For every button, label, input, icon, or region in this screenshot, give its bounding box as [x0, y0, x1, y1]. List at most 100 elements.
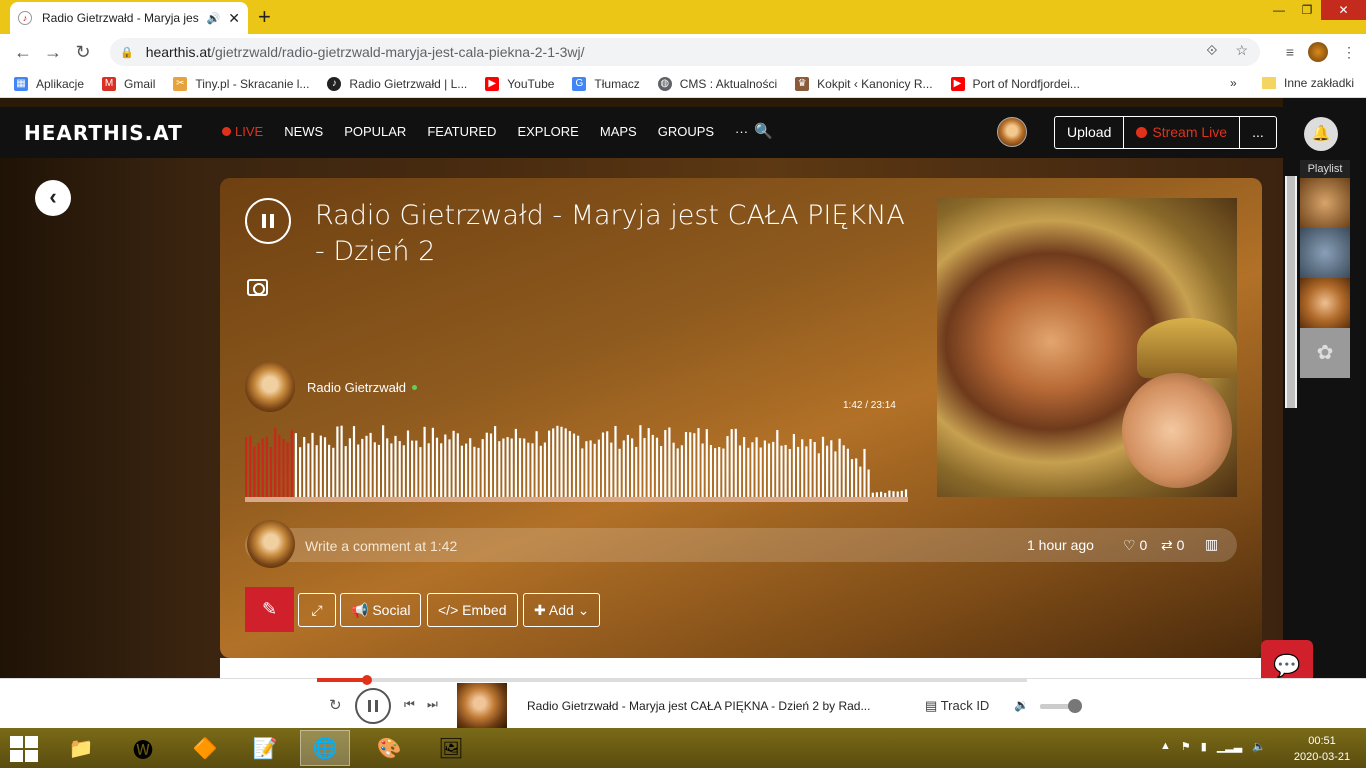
waveform-bar	[344, 446, 347, 497]
chrome-icon[interactable]: 🌐	[300, 730, 350, 766]
playlist-thumb[interactable]	[1300, 178, 1350, 228]
bookmark-item[interactable]: ▦ Aplikacje	[14, 76, 84, 91]
speaker-icon[interactable]: 🔊	[207, 12, 221, 25]
previous-track-icon[interactable]: ⏮	[404, 697, 415, 712]
waveform-bar	[655, 437, 659, 497]
nav-featured[interactable]: FEATURED	[427, 124, 496, 139]
player-pause-button[interactable]	[355, 688, 391, 724]
upload-button[interactable]: Upload	[1055, 117, 1125, 148]
url-host: hearthis.at	[145, 44, 212, 60]
browser-tab[interactable]: ♪ Radio Gietrzwałd - Maryja jes 🔊 ✕	[10, 2, 248, 34]
nav-groups[interactable]: GROUPS	[658, 124, 714, 139]
search-icon[interactable]: 🔍	[754, 122, 773, 140]
like-button[interactable]: ♡ 0	[1123, 537, 1147, 554]
profile-avatar[interactable]	[1308, 42, 1328, 62]
track-id-button[interactable]: ▤ Track ID	[925, 698, 989, 714]
restore-icon[interactable]: ❐	[1293, 0, 1321, 20]
close-tab-icon[interactable]: ✕	[228, 10, 240, 27]
embed-button[interactable]: </> Embed	[427, 593, 518, 627]
playlist-thumb[interactable]	[1300, 228, 1350, 278]
waveform-bar	[444, 434, 447, 497]
comment-avatar	[247, 520, 295, 568]
player-thumbnail[interactable]	[457, 683, 507, 728]
bookmark-item[interactable]: ♪ Radio Gietrzwałd | L...	[327, 76, 467, 91]
stats-icon[interactable]: ▥	[1205, 536, 1218, 553]
volume-icon[interactable]: 🔉	[1014, 698, 1029, 712]
notepad-icon[interactable]: 📝	[240, 730, 290, 766]
bookmark-item[interactable]: M Gmail	[102, 76, 155, 91]
site-logo[interactable]: HEARTHIS.AT	[24, 121, 183, 145]
back-chevron-icon[interactable]: ‹	[35, 180, 71, 216]
nav-explore[interactable]: EXPLORE	[517, 124, 578, 139]
bookmark-item[interactable]: ✂ Tiny.pl - Skracanie l...	[173, 76, 309, 91]
bookmark-star-icon[interactable]: ☆	[1235, 42, 1248, 59]
flag-icon[interactable]: ⚑	[1181, 740, 1191, 753]
waveform-bar	[390, 443, 393, 497]
nav-news[interactable]: NEWS	[284, 124, 323, 139]
bookmark-item[interactable]: ▶ YouTube	[485, 76, 554, 91]
player-progress-handle[interactable]	[362, 675, 372, 685]
add-button[interactable]: ✚ Add ⌄	[523, 593, 601, 627]
nav-live[interactable]: LIVE	[222, 124, 263, 139]
taskbar-clock[interactable]: 00:51 2020-03-21	[1290, 733, 1354, 765]
waveform-bar	[751, 442, 754, 497]
new-tab-icon[interactable]: +	[258, 4, 271, 30]
expand-button[interactable]: ⤢	[298, 593, 336, 627]
windows-start-icon[interactable]	[10, 736, 38, 762]
bell-icon[interactable]: 🔔	[1304, 117, 1338, 151]
camera-icon[interactable]	[247, 279, 268, 296]
minimize-icon[interactable]: —	[1265, 0, 1293, 20]
other-bookmarks[interactable]: Inne zakładki	[1262, 76, 1354, 90]
battery-icon[interactable]: ▮	[1201, 740, 1207, 753]
bookmark-item[interactable]: ◍ CMS : Aktualności	[657, 76, 777, 91]
address-bar[interactable]: 🔒 hearthis.at/gietrzwald/radio-gietrzwal…	[110, 38, 1260, 66]
nav-popular[interactable]: POPULAR	[344, 124, 406, 139]
reading-list-icon[interactable]: ≡	[1286, 44, 1294, 60]
more-button[interactable]: ...	[1240, 117, 1276, 148]
speaker-icon[interactable]: 🔈	[1252, 740, 1266, 753]
reload-icon[interactable]: ↻	[68, 42, 98, 63]
volume-handle[interactable]	[1068, 699, 1082, 713]
waveform-bar	[274, 427, 277, 497]
stream-live-button[interactable]: Stream Live	[1124, 117, 1241, 148]
repeat-icon[interactable]: ↻	[329, 696, 342, 714]
bookmarks-overflow-button[interactable]: »	[1230, 76, 1237, 90]
tray-arrow-icon[interactable]: ▲	[1160, 740, 1171, 753]
bookmark-item[interactable]: ♛ Kokpit ‹ Kanonicy R...	[795, 76, 933, 91]
pause-button[interactable]	[245, 198, 291, 244]
signal-icon[interactable]: ▁▂▃	[1217, 740, 1242, 753]
artist-name[interactable]: Radio Gietrzwałd	[307, 380, 417, 395]
playlist-thumb[interactable]	[1300, 278, 1350, 328]
waveform[interactable]	[245, 425, 908, 503]
waveform-bar	[556, 425, 559, 497]
forward-arrow-icon[interactable]: →	[38, 42, 68, 63]
nav-more[interactable]: ···	[735, 124, 748, 139]
now-playing-title[interactable]: Radio Gietrzwałd - Maryja jest CAŁA PIĘK…	[527, 699, 870, 713]
bookmark-item[interactable]: G Tłumacz	[572, 76, 640, 91]
edit-pencil-button[interactable]: ✎	[245, 587, 294, 632]
waveform-bar	[352, 426, 356, 497]
translate-page-icon[interactable]: ⟐	[1206, 42, 1217, 59]
bookmark-item[interactable]: ▶ Port of Nordfjordei...	[950, 76, 1080, 91]
repost-button[interactable]: ⇄ 0	[1161, 537, 1184, 554]
file-explorer-icon[interactable]: 📁	[56, 730, 106, 766]
word-icon[interactable]: 🅦	[118, 730, 168, 766]
scrollbar[interactable]	[1285, 176, 1297, 408]
playlist-thumb[interactable]: ✿	[1300, 328, 1350, 378]
next-track-icon[interactable]: ⏭	[427, 697, 438, 712]
scrollbar-thumb[interactable]	[1287, 176, 1295, 408]
artist-avatar[interactable]	[245, 362, 295, 412]
track-artwork[interactable]	[937, 198, 1237, 497]
picasa-icon[interactable]: 🎨	[364, 730, 414, 766]
social-button[interactable]: 📢 Social	[340, 593, 422, 627]
back-arrow-icon[interactable]: ←	[8, 42, 38, 63]
photo-viewer-icon[interactable]: 🖼	[426, 730, 476, 766]
player-progress-track[interactable]	[317, 678, 1027, 682]
menu-kebab-icon[interactable]: ⋮	[1342, 44, 1356, 61]
nav-maps[interactable]: MAPS	[600, 124, 637, 139]
close-window-icon[interactable]: ✕	[1321, 0, 1366, 20]
lock-icon[interactable]: 🔒	[120, 46, 134, 59]
comment-input[interactable]: Write a comment at 1:42	[305, 538, 457, 554]
user-avatar[interactable]	[997, 117, 1027, 147]
vlc-icon[interactable]: 🔶	[180, 730, 230, 766]
